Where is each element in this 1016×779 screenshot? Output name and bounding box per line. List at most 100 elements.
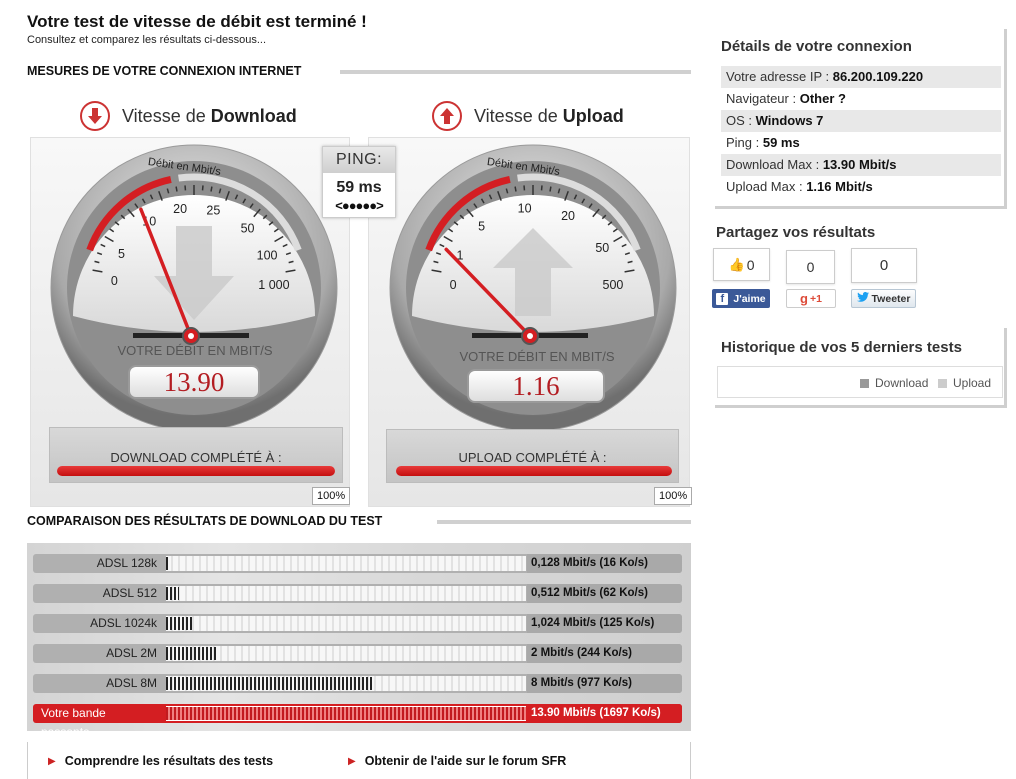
comparison-row-label: ADSL 2M xyxy=(106,646,157,660)
comparison-row: ADSL 2M 2 Mbit/s (244 Ko/s) xyxy=(33,644,682,663)
download-heading-bold: Download xyxy=(210,105,297,126)
upload-readout-label: VOTRE DÉBIT EN MBIT/S xyxy=(459,349,615,364)
comparison-bar-fill xyxy=(166,647,218,660)
connection-detail-value: 86.200.109.220 xyxy=(832,69,924,84)
connection-detail-label: Download Max : xyxy=(726,157,823,172)
facebook-like-button[interactable]: f J'aime xyxy=(712,289,770,308)
comparison-row-label: Votre bande passante xyxy=(41,706,106,739)
comparison-row-label: ADSL 1024k xyxy=(90,616,157,630)
comparison-row-value: 1,024 Mbit/s (125 Ko/s) xyxy=(527,614,682,633)
download-progress-track xyxy=(57,466,335,476)
comparison-section-rule xyxy=(437,520,691,524)
comparison-bar-track xyxy=(166,676,526,691)
twitter-count: 0 xyxy=(851,248,917,283)
comparison-row-label: ADSL 8M xyxy=(106,676,157,690)
ping-box: PING: 59 ms <●●●●●> xyxy=(322,146,396,218)
ping-title: PING: xyxy=(323,147,395,173)
download-heading-prefix: Vitesse de xyxy=(122,105,206,126)
comparison-row-yours: Votre bande passante 13.90 Mbit/s (1697 K… xyxy=(33,704,682,739)
measures-section-title: MESURES DE VOTRE CONNEXION INTERNET xyxy=(27,64,302,78)
upload-tick-label: 10 xyxy=(518,201,532,215)
facebook-like-label: J'aime xyxy=(733,292,766,305)
download-tick-label: 5 xyxy=(118,247,125,261)
download-complete-label: DOWNLOAD COMPLÉTÉ À : xyxy=(110,450,282,465)
comparison-bar-track xyxy=(166,616,526,631)
understand-results-link[interactable]: ▶ Comprendre les résultats des tests xyxy=(48,754,273,768)
upload-arrow-icon xyxy=(432,101,462,131)
facebook-icon: f xyxy=(716,292,729,305)
connection-detail-row: Navigateur : Other ? xyxy=(721,88,1001,110)
twitter-count-value: 0 xyxy=(879,257,889,274)
upload-tick-label: 5 xyxy=(478,220,485,234)
page-subtitle: Consultez et comparez les résultats ci-d… xyxy=(27,34,267,46)
connection-details-box: Détails de votre connexion Votre adresse… xyxy=(715,29,1007,209)
measures-section-rule xyxy=(340,70,691,74)
upload-heading-bold: Upload xyxy=(562,105,624,126)
comparison-row-value: 0,128 Mbit/s (16 Ko/s) xyxy=(527,554,682,573)
comparison-row-label: ADSL 128k xyxy=(96,556,157,570)
gplus-button[interactable]: g +1 xyxy=(786,289,836,308)
download-tick-label: 100 xyxy=(257,248,278,262)
comparison-row: ADSL 1024k 1,024 Mbit/s (125 Ko/s) xyxy=(33,614,682,633)
history-chart: Download Upload xyxy=(717,366,1003,398)
comparison-chart: ADSL 128k 0,128 Mbit/s (16 Ko/s) ADSL 512 0… xyxy=(27,543,691,739)
gplus-count-value: 0 xyxy=(806,259,815,275)
upload-needle-hub-center xyxy=(527,333,533,339)
comparison-row: ADSL 128k 0,128 Mbit/s (16 Ko/s) xyxy=(33,554,682,573)
tweet-button[interactable]: Tweeter xyxy=(851,289,916,308)
upload-progress-track xyxy=(396,466,672,476)
facebook-count-value: 0 xyxy=(746,256,755,273)
legend-download-swatch xyxy=(860,378,869,388)
connection-detail-row: Download Max : 13.90 Mbit/s xyxy=(721,154,1001,176)
triangle-bullet-icon: ▶ xyxy=(48,755,56,767)
page-title: Votre test de vitesse de débit est termi… xyxy=(27,12,367,31)
gplus-count: 0 xyxy=(786,250,835,284)
download-readout-label: VOTRE DÉBIT EN MBIT/S xyxy=(117,343,273,358)
comparison-bar-fill xyxy=(166,677,374,690)
connection-detail-row: Upload Max : 1.16 Mbit/s xyxy=(721,176,1001,198)
download-tick-label: 20 xyxy=(173,202,187,216)
connection-detail-value: 13.90 Mbit/s xyxy=(822,157,897,172)
upload-tick-mark xyxy=(514,186,517,192)
legend-upload-label: Upload xyxy=(953,376,992,390)
history-box: Historique de vos 5 derniers tests Downl… xyxy=(715,328,1007,408)
forum-help-link[interactable]: ▶ Obtenir de l'aide sur le forum SFR xyxy=(348,754,566,768)
legend-download-label: Download xyxy=(875,376,929,390)
connection-detail-value: Other ? xyxy=(799,91,846,106)
comparison-bar-fill xyxy=(166,587,180,600)
connection-details-list: Votre adresse IP : 86.200.109.220 Navigat… xyxy=(721,66,1001,198)
comparison-bar-fill xyxy=(166,707,526,720)
connection-detail-value: Windows 7 xyxy=(755,113,824,128)
connection-detail-label: Votre adresse IP : xyxy=(726,69,833,84)
ping-dots-indicator: <●●●●●> xyxy=(335,198,383,213)
connection-detail-label: OS : xyxy=(726,113,756,128)
comparison-bar-track xyxy=(166,556,526,571)
download-readout-value: 13.90 xyxy=(128,365,260,399)
connection-detail-value: 59 ms xyxy=(762,135,800,150)
ping-value: 59 ms xyxy=(336,179,382,196)
triangle-bullet-icon: ▶ xyxy=(348,755,356,767)
upload-tick-label: 50 xyxy=(595,241,609,255)
upload-progress-fill xyxy=(396,466,672,476)
comparison-bar-track xyxy=(166,646,526,661)
thumbs-up-icon: 👍 xyxy=(728,256,745,272)
download-needle-hub-center xyxy=(188,333,194,339)
upload-complete-label: UPLOAD COMPLÉTÉ À : xyxy=(458,450,607,465)
download-arrow-icon xyxy=(80,101,110,131)
download-tick-mark xyxy=(210,186,213,192)
legend-download: Download xyxy=(860,376,928,390)
connection-detail-label: Upload Max : xyxy=(726,179,807,194)
upload-tick-label: 0 xyxy=(450,278,457,292)
comparison-section-title: COMPARAISON DES RÉSULTATS DE DOWNLOAD DU… xyxy=(27,514,383,528)
download-complete-percent: 100% xyxy=(312,487,351,505)
comparison-row: ADSL 512 0,512 Mbit/s (62 Ko/s) xyxy=(33,584,682,603)
download-tick-label: 0 xyxy=(111,274,118,288)
connection-detail-row: OS : Windows 7 xyxy=(721,110,1001,132)
download-tick-label: 25 xyxy=(206,203,220,217)
upload-tick-label: 500 xyxy=(603,278,624,292)
facebook-count: 👍 0 xyxy=(713,248,770,281)
comparison-bar-track xyxy=(166,586,526,601)
upload-tick-label: 20 xyxy=(561,209,575,223)
download-heading: Vitesse de Download xyxy=(80,101,297,131)
comparison-row: ADSL 8M 8 Mbit/s (977 Ko/s) xyxy=(33,674,682,693)
